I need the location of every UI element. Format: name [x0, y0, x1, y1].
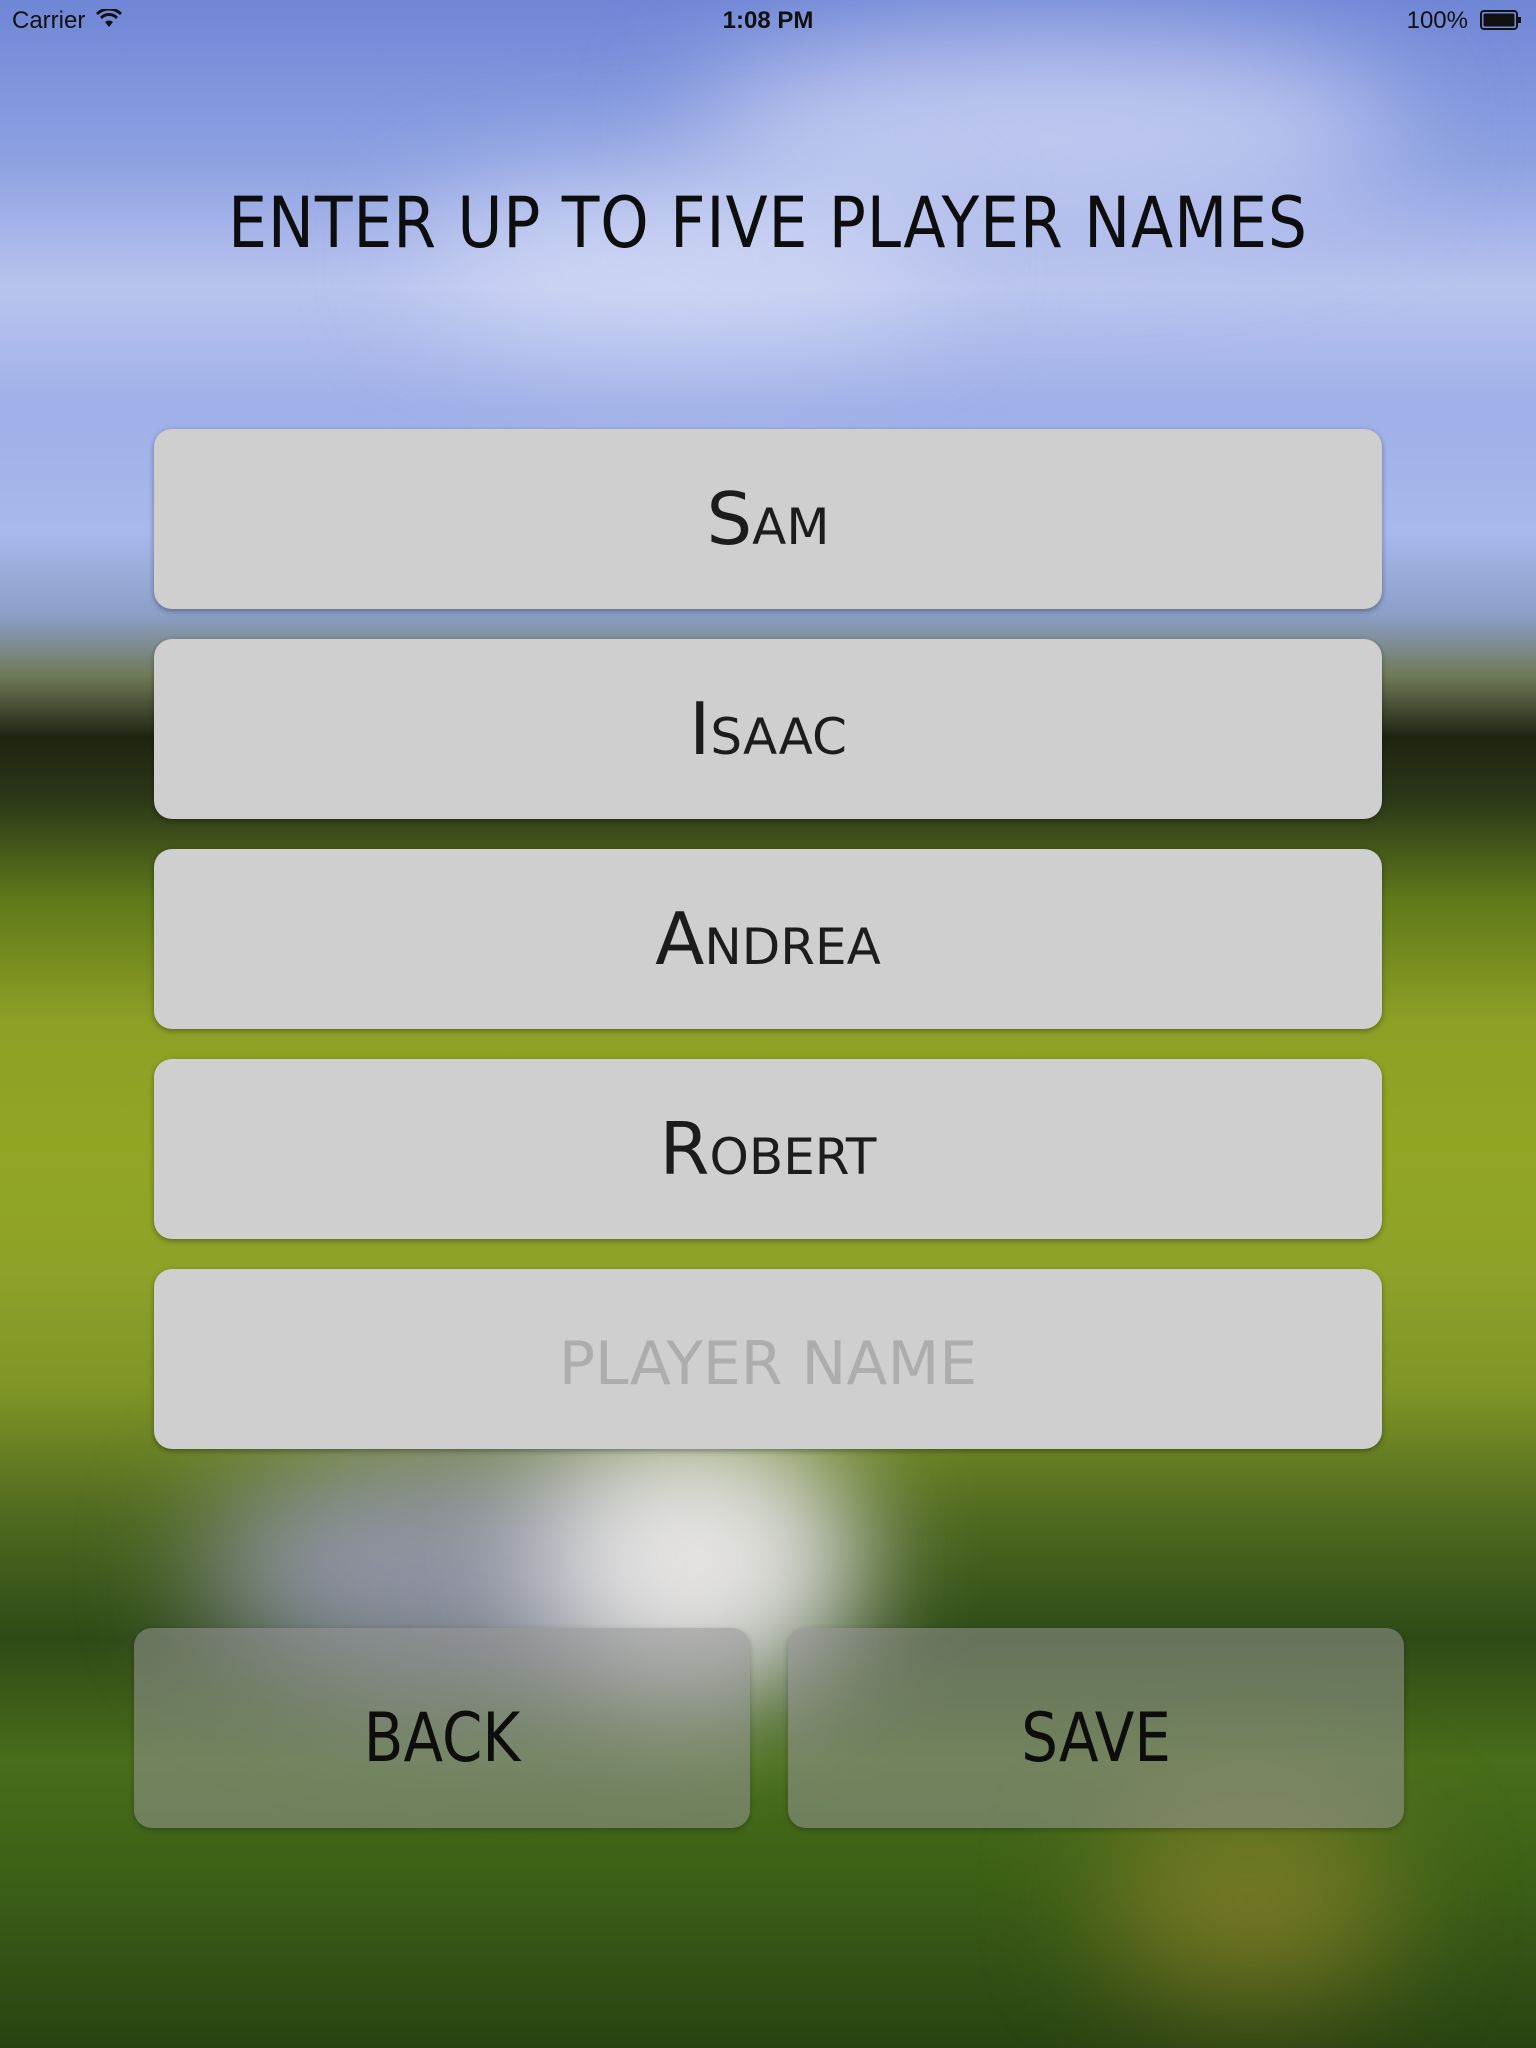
- clock: 1:08 PM: [722, 7, 814, 34]
- back-button[interactable]: BACK: [134, 1628, 750, 1828]
- player-name-field-5[interactable]: [154, 1269, 1382, 1449]
- player-name-input-4[interactable]: [154, 1059, 1382, 1239]
- player-name-input-5[interactable]: [154, 1269, 1382, 1449]
- battery-percentage: 100%: [1406, 7, 1468, 34]
- battery-icon: [1480, 10, 1521, 30]
- player-name-field-4[interactable]: [154, 1059, 1382, 1239]
- player-name-field-2[interactable]: [154, 639, 1382, 819]
- player-name-input-2[interactable]: [154, 639, 1382, 819]
- grass-highlight: [1100, 1800, 1400, 2000]
- page-title: ENTER UP TO FIVE PLAYER NAMES: [228, 182, 1308, 264]
- player-name-input-3[interactable]: [154, 849, 1382, 1029]
- player-name-field-1[interactable]: [154, 429, 1382, 609]
- save-button-label: SAVE: [1021, 1698, 1171, 1778]
- player-name-field-3[interactable]: [154, 849, 1382, 1029]
- player-name-input-1[interactable]: [154, 429, 1382, 609]
- back-button-label: BACK: [363, 1698, 521, 1778]
- status-bar: Carrier 1:08 PM 100%: [0, 0, 1536, 42]
- save-button[interactable]: SAVE: [788, 1628, 1404, 1828]
